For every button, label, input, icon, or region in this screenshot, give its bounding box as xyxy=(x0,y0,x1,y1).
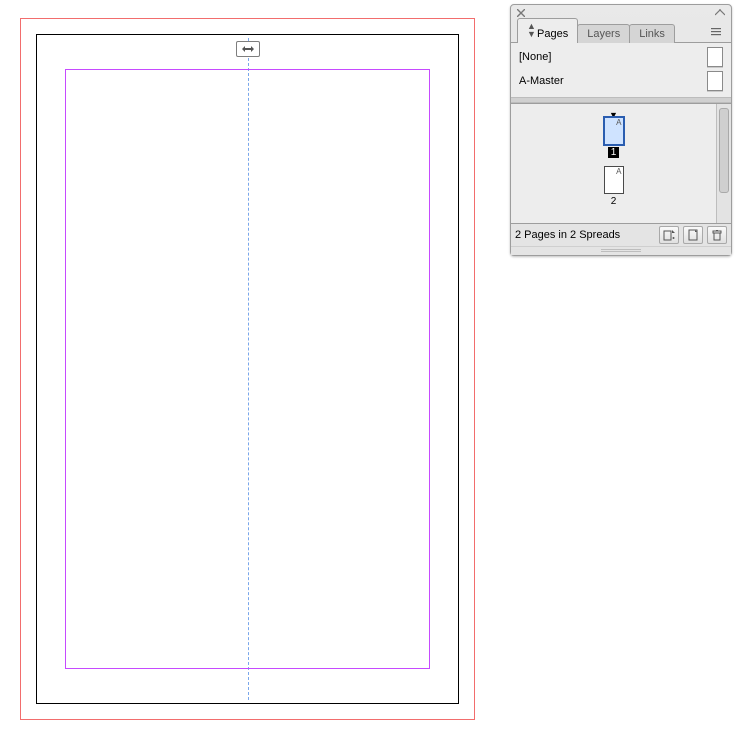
column-guide-handle[interactable] xyxy=(236,41,260,57)
page-number: 1 xyxy=(608,147,620,158)
edit-page-size-button[interactable] xyxy=(659,226,679,244)
panel-tabs: ▲▼Pages Layers Links xyxy=(511,17,731,42)
page-thumb-2[interactable]: A 2 xyxy=(511,166,716,207)
bleed-area xyxy=(20,18,475,720)
double-arrow-icon xyxy=(241,45,255,53)
tab-label: Pages xyxy=(537,28,568,40)
panel-resize-grip[interactable] xyxy=(511,246,731,255)
masters-list: [None] A-Master xyxy=(511,43,731,95)
master-a[interactable]: A-Master xyxy=(515,69,727,93)
footer-status: 2 Pages in 2 Spreads xyxy=(515,229,620,241)
tab-layers[interactable]: Layers xyxy=(577,24,630,43)
close-icon xyxy=(517,9,525,17)
panel-collapse-button[interactable] xyxy=(713,7,727,19)
master-thumb-none xyxy=(707,47,723,67)
master-label: [None] xyxy=(519,51,551,63)
thumb-scrollbar[interactable] xyxy=(716,104,731,223)
delete-page-button[interactable] xyxy=(707,226,727,244)
master-prefix: A xyxy=(616,167,621,176)
scrollbar-thumb[interactable] xyxy=(719,108,729,193)
tab-label: Layers xyxy=(587,28,620,40)
page-thumb-1[interactable]: ▼ A 1 xyxy=(511,112,716,158)
master-prefix: A xyxy=(616,118,621,127)
page-thumbnails: ▼ A 1 A 2 xyxy=(511,104,716,223)
document-view[interactable] xyxy=(20,18,475,720)
page-frame[interactable] xyxy=(36,34,459,704)
tab-pages[interactable]: ▲▼Pages xyxy=(517,18,578,43)
tab-links[interactable]: Links xyxy=(629,24,675,43)
pages-panel: ▲▼Pages Layers Links [None] A- xyxy=(510,4,732,256)
sort-icon: ▲▼ xyxy=(527,22,535,38)
panel-menu-icon xyxy=(711,27,721,37)
grip-lines-icon xyxy=(601,249,641,253)
page-rect: A xyxy=(604,117,624,145)
master-none[interactable]: [None] xyxy=(515,45,727,69)
master-label: A-Master xyxy=(519,75,564,87)
edit-page-size-icon xyxy=(663,229,675,241)
collapse-icon xyxy=(715,9,725,17)
new-page-icon xyxy=(687,229,699,241)
panel-menu-button[interactable] xyxy=(707,24,725,40)
panel-footer: 2 Pages in 2 Spreads xyxy=(511,223,731,246)
master-thumb-a xyxy=(707,71,723,91)
page-number: 2 xyxy=(611,196,617,207)
page-rect: A xyxy=(604,166,624,194)
new-page-button[interactable] xyxy=(683,226,703,244)
tab-label: Links xyxy=(639,28,665,40)
trash-icon xyxy=(711,229,723,241)
margin-frame xyxy=(65,69,430,669)
